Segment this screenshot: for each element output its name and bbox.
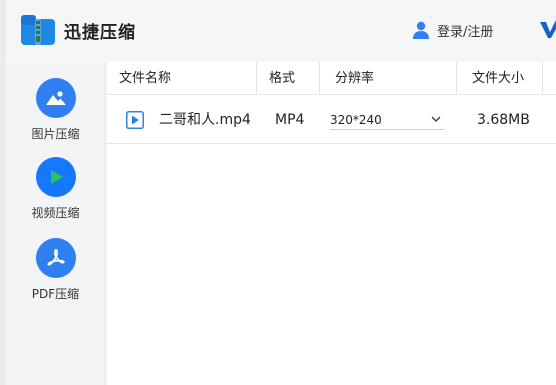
table-row[interactable]: 二哥和人.mp4 MP4 320*240 3.68MB <box>106 96 556 144</box>
title-bar: 迅捷压缩 登录/注册 <box>6 0 556 62</box>
play-icon <box>35 157 76 197</box>
column-divider[interactable] <box>319 62 320 95</box>
file-size: 3.68MB <box>477 112 530 128</box>
sidebar: 图片压缩 视频压缩 PDF压缩 <box>6 62 105 385</box>
sidebar-item-image-compress[interactable]: 图片压缩 <box>6 78 105 142</box>
sidebar-item-label: 图片压缩 <box>31 127 80 141</box>
sidebar-item-video-compress[interactable]: 视频压缩 <box>6 157 105 221</box>
resolution-value: 320*240 <box>330 113 382 127</box>
column-divider[interactable] <box>456 62 457 95</box>
column-header-filename[interactable]: 文件名称 <box>119 62 171 95</box>
login-register-label: 登录/注册 <box>437 24 494 40</box>
file-name: 二哥和人.mp4 <box>159 112 251 128</box>
column-divider[interactable] <box>256 62 257 95</box>
app-logo-icon <box>21 15 55 45</box>
sidebar-item-pdf-compress[interactable]: PDF压缩 <box>6 238 105 302</box>
app-title: 迅捷压缩 <box>64 23 136 43</box>
column-header-format[interactable]: 格式 <box>269 62 295 95</box>
sidebar-item-label: PDF压缩 <box>31 287 80 301</box>
column-header-resolution[interactable]: 分辨率 <box>335 62 374 95</box>
file-format: MP4 <box>275 112 305 128</box>
pdf-icon <box>35 238 76 278</box>
image-icon <box>35 78 76 118</box>
login-register-button[interactable]: 登录/注册 <box>411 20 493 40</box>
column-header-filesize[interactable]: 文件大小 <box>472 62 524 95</box>
sidebar-item-label: 视频压缩 <box>31 206 80 220</box>
video-file-icon <box>126 111 144 129</box>
table-header: 文件名称 格式 分辨率 文件大小 <box>106 62 556 95</box>
app-window: 迅捷压缩 登录/注册 图片压缩 视频压缩 PDF压缩 文件名称 格式 分辨率 文… <box>0 0 556 385</box>
file-table: 文件名称 格式 分辨率 文件大小 二哥和人.mp4 MP4 320*240 3.… <box>105 62 556 385</box>
user-icon <box>413 21 429 39</box>
resolution-select[interactable]: 320*240 <box>330 110 445 130</box>
vip-icon[interactable] <box>539 18 556 40</box>
column-divider[interactable] <box>542 62 543 95</box>
chevron-down-icon <box>431 116 441 122</box>
